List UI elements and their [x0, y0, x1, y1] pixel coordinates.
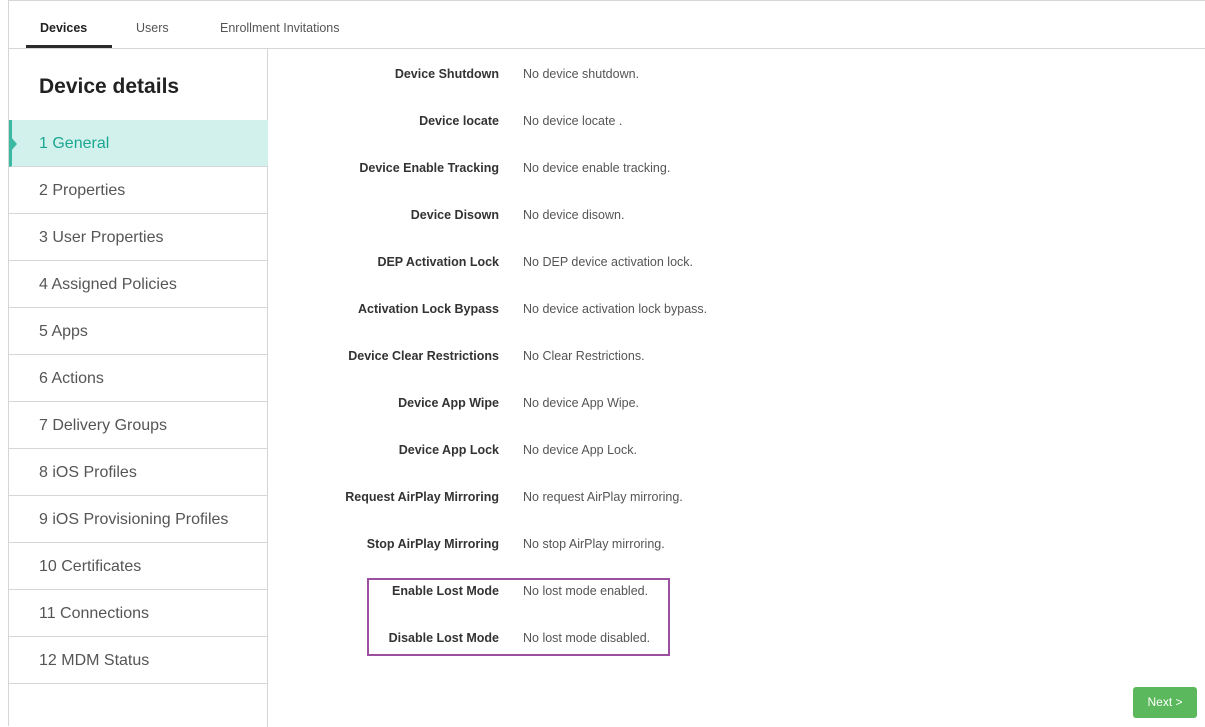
detail-value: No device activation lock bypass.	[523, 302, 708, 316]
detail-label: Activation Lock Bypass	[357, 302, 499, 316]
step-actions[interactable]: 6 Actions	[9, 355, 268, 402]
detail-row-activation-lock-bypass: Activation Lock Bypass No device activat…	[269, 302, 1169, 322]
detail-row-device-shutdown: Device Shutdown No device shutdown.	[269, 67, 1169, 87]
top-tab-bar: Devices Users Enrollment Invitations	[9, 1, 1205, 49]
sidebar: Device details 1 General 2 Properties 3 …	[9, 49, 268, 727]
detail-row-device-disown: Device Disown No device disown.	[269, 208, 1169, 228]
detail-label: Device locate	[419, 114, 499, 128]
detail-row-device-app-wipe: Device App Wipe No device App Wipe.	[269, 396, 1169, 416]
step-assigned-policies[interactable]: 4 Assigned Policies	[9, 261, 268, 308]
detail-value: No stop AirPlay mirroring.	[523, 537, 665, 551]
step-certificates[interactable]: 10 Certificates	[9, 543, 268, 590]
detail-value: No device App Wipe.	[523, 396, 640, 410]
detail-value: No request AirPlay mirroring.	[523, 490, 683, 504]
detail-value: No device shutdown.	[523, 67, 640, 81]
lost-mode-highlight-box	[367, 578, 670, 656]
step-ios-provisioning-profiles[interactable]: 9 iOS Provisioning Profiles	[9, 496, 268, 543]
next-button[interactable]: Next >	[1133, 687, 1197, 718]
detail-label: Device Enable Tracking	[359, 161, 499, 175]
detail-value: No device enable tracking.	[523, 161, 671, 175]
step-properties[interactable]: 2 Properties	[9, 167, 268, 214]
tab-users[interactable]: Users	[136, 21, 169, 35]
detail-label: Device App Lock	[398, 443, 499, 457]
detail-row-device-locate: Device locate No device locate .	[269, 114, 1169, 134]
detail-row-stop-airplay-mirroring: Stop AirPlay Mirroring No stop AirPlay m…	[269, 537, 1169, 557]
detail-row-dep-activation-lock: DEP Activation Lock No DEP device activa…	[269, 255, 1169, 275]
step-general[interactable]: 1 General	[9, 120, 268, 167]
device-details-panel: Devices Users Enrollment Invitations Dev…	[8, 0, 1205, 727]
step-ios-profiles[interactable]: 8 iOS Profiles	[9, 449, 268, 496]
step-mdm-status[interactable]: 12 MDM Status	[9, 637, 268, 684]
detail-value: No DEP device activation lock.	[523, 255, 693, 269]
detail-row-device-enable-tracking: Device Enable Tracking No device enable …	[269, 161, 1169, 181]
detail-label: DEP Activation Lock	[377, 255, 499, 269]
step-list: 1 General 2 Properties 3 User Properties…	[9, 120, 268, 684]
detail-label: Stop AirPlay Mirroring	[366, 537, 499, 551]
step-apps[interactable]: 5 Apps	[9, 308, 268, 355]
detail-value: No device disown.	[523, 208, 625, 222]
active-tab-indicator	[26, 45, 112, 48]
step-delivery-groups[interactable]: 7 Delivery Groups	[9, 402, 268, 449]
detail-label: Device Disown	[410, 208, 499, 222]
detail-row-device-clear-restrictions: Device Clear Restrictions No Clear Restr…	[269, 349, 1169, 369]
detail-value: No device locate .	[523, 114, 623, 128]
tab-enrollment-invitations[interactable]: Enrollment Invitations	[220, 21, 340, 35]
step-user-properties[interactable]: 3 User Properties	[9, 214, 268, 261]
detail-label: Device Clear Restrictions	[348, 349, 499, 363]
detail-value: No device App Lock.	[523, 443, 637, 457]
detail-row-request-airplay-mirroring: Request AirPlay Mirroring No request Air…	[269, 490, 1169, 510]
detail-value: No Clear Restrictions.	[523, 349, 645, 363]
tab-devices[interactable]: Devices	[40, 21, 87, 35]
sidebar-title: Device details	[39, 75, 180, 98]
detail-label: Device App Wipe	[398, 396, 499, 410]
detail-label: Device Shutdown	[394, 67, 499, 81]
detail-label: Request AirPlay Mirroring	[345, 490, 499, 504]
detail-list: Device Shutdown No device shutdown. Devi…	[269, 49, 1205, 727]
step-connections[interactable]: 11 Connections	[9, 590, 268, 637]
detail-row-device-app-lock: Device App Lock No device App Lock.	[269, 443, 1169, 463]
